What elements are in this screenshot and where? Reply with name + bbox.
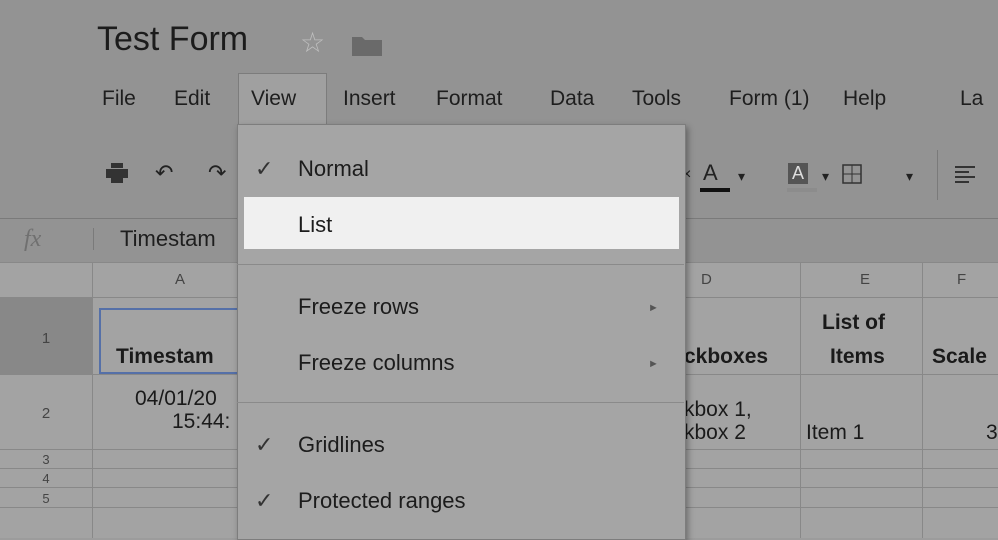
cell-a2-line2[interactable]: 15:44: bbox=[172, 410, 230, 434]
submenu-arrow-icon: ► bbox=[648, 302, 659, 314]
highlight-color-button[interactable]: A bbox=[788, 163, 809, 184]
redo-icon[interactable]: ↷ bbox=[208, 160, 226, 186]
row-header-5[interactable]: 5 bbox=[0, 491, 92, 506]
print-icon[interactable] bbox=[106, 163, 128, 183]
grid-line bbox=[922, 262, 923, 538]
folder-icon[interactable] bbox=[352, 34, 382, 56]
menu-view[interactable]: View bbox=[251, 87, 296, 111]
column-header-e[interactable]: E bbox=[860, 271, 870, 288]
row-header-3[interactable]: 3 bbox=[0, 452, 92, 467]
grid-line bbox=[800, 262, 801, 538]
row-header-1[interactable]: 1 bbox=[0, 330, 92, 347]
check-icon: ✓ bbox=[255, 488, 274, 513]
borders-icon[interactable] bbox=[842, 164, 862, 184]
column-header-f[interactable]: F bbox=[957, 271, 966, 288]
menu-edit[interactable]: Edit bbox=[174, 87, 210, 111]
chevron-down-icon[interactable]: ▾ bbox=[906, 168, 913, 185]
formula-input[interactable]: Timestam bbox=[120, 226, 216, 252]
menu-data[interactable]: Data bbox=[550, 87, 594, 111]
menu-item-label: List bbox=[298, 212, 333, 237]
submenu-arrow-icon: ► bbox=[648, 358, 659, 370]
align-icon[interactable] bbox=[955, 166, 975, 184]
text-color-swatch bbox=[700, 188, 730, 192]
cell-e1-line2[interactable]: Items bbox=[830, 345, 885, 369]
cell-a2-line1[interactable]: 04/01/20 bbox=[135, 387, 217, 411]
check-icon: ✓ bbox=[255, 156, 274, 181]
cell-a1[interactable]: Timestam bbox=[116, 345, 214, 369]
fx-icon: fx bbox=[24, 226, 42, 252]
toolbar-divider bbox=[937, 150, 938, 200]
view-dropdown-menu bbox=[237, 124, 686, 540]
text-color-letter: A bbox=[703, 160, 718, 185]
menu-help[interactable]: Help bbox=[843, 87, 886, 111]
undo-icon[interactable]: ↶ bbox=[155, 160, 173, 186]
check-icon: ✓ bbox=[255, 432, 274, 457]
text-color-button[interactable]: A bbox=[703, 160, 718, 186]
menu-item-label: Protected ranges bbox=[298, 488, 466, 513]
menu-format[interactable]: Format bbox=[436, 87, 503, 111]
menu-item-label: Freeze columns bbox=[298, 350, 455, 375]
menu-item-label: Normal bbox=[298, 156, 369, 181]
menu-tools[interactable]: Tools bbox=[632, 87, 681, 111]
menu-item-label: Gridlines bbox=[298, 432, 385, 457]
menu-item-label: Freeze rows bbox=[298, 294, 420, 319]
chevron-down-icon[interactable]: ▾ bbox=[738, 168, 745, 185]
cell-d1[interactable]: ckboxes bbox=[684, 345, 768, 369]
highlight-color-letter: A bbox=[792, 163, 805, 183]
cell-d2-line1[interactable]: kbox 1, bbox=[684, 398, 752, 422]
chevron-down-icon[interactable]: ▾ bbox=[822, 168, 829, 185]
grid-line bbox=[92, 262, 93, 538]
column-header-d[interactable]: D bbox=[701, 271, 712, 288]
star-icon[interactable]: ☆ bbox=[300, 26, 325, 59]
menu-insert[interactable]: Insert bbox=[343, 87, 396, 111]
cell-e1-line1[interactable]: List of bbox=[822, 311, 885, 335]
cell-e2[interactable]: Item 1 bbox=[806, 421, 864, 445]
cell-d2-line2[interactable]: kbox 2 bbox=[684, 421, 746, 445]
menu-truncated[interactable]: La bbox=[960, 87, 983, 111]
cell-f1[interactable]: Scale bbox=[932, 345, 987, 369]
cell-f2[interactable]: 3 bbox=[986, 421, 998, 445]
highlight-color-swatch bbox=[787, 188, 817, 192]
document-title[interactable]: Test Form bbox=[97, 20, 248, 59]
row-header-2[interactable]: 2 bbox=[0, 405, 92, 422]
menu-file[interactable]: File bbox=[102, 87, 136, 111]
menu-separator bbox=[237, 402, 684, 403]
column-header-a[interactable]: A bbox=[175, 271, 185, 288]
row-header-4[interactable]: 4 bbox=[0, 471, 92, 486]
menu-separator bbox=[237, 264, 684, 265]
menu-form[interactable]: Form (1) bbox=[729, 87, 810, 111]
formula-separator bbox=[93, 228, 94, 250]
